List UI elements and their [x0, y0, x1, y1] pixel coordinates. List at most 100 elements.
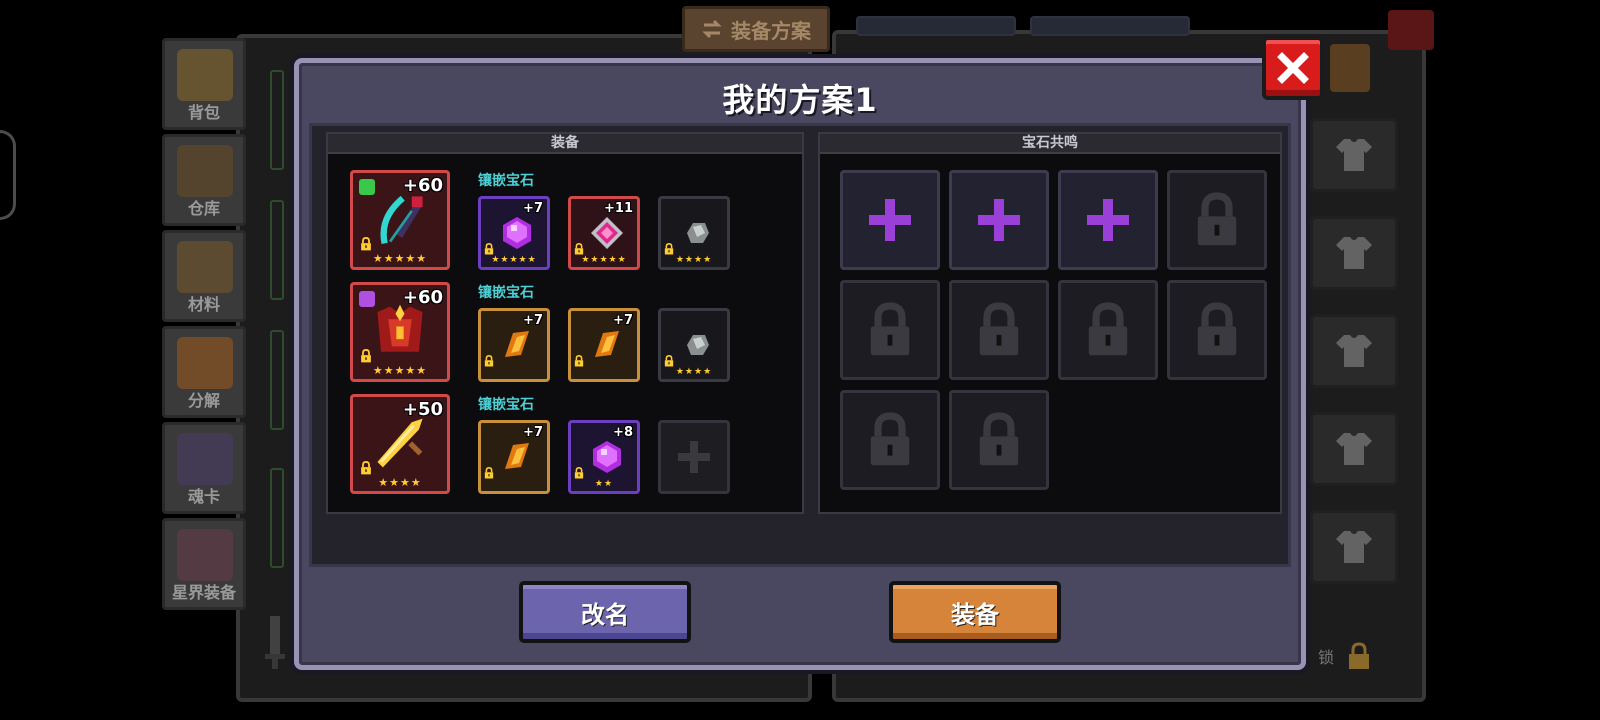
- armor-slot[interactable]: [1310, 216, 1398, 290]
- astral-gear-icon: [177, 529, 233, 581]
- nav-item-label: 背包: [187, 103, 220, 122]
- equipment-plan-tab[interactable]: 装备方案: [682, 6, 830, 52]
- stone-gem-icon: [687, 335, 709, 355]
- gem-resonance-header: 宝石共鸣: [820, 134, 1280, 154]
- add-icon: [678, 441, 710, 473]
- green-gem-badge-icon: [359, 179, 375, 195]
- weapon-icon: [380, 195, 423, 245]
- enhance-level: +50: [402, 399, 443, 420]
- gem-socket-amber[interactable]: +7: [478, 308, 550, 382]
- star-rating: ★★★★★: [372, 252, 428, 265]
- armor-slot[interactable]: [1310, 118, 1398, 192]
- dialog-content: 装备 +60 ★★★★★ 镶嵌宝石 +7 ★★★★★ +11 ★★★★★ ★★★★ +6…: [309, 123, 1291, 567]
- gem-level: +7: [523, 425, 543, 440]
- resonance-add-slot[interactable]: [949, 170, 1049, 270]
- lock-icon: [361, 349, 371, 363]
- equip-button[interactable]: 装备: [889, 581, 1061, 643]
- lock-icon: [574, 467, 584, 479]
- background-orange-button[interactable]: [1330, 44, 1370, 92]
- gem-level: +7: [523, 201, 543, 216]
- star-rating: ★★: [594, 479, 614, 489]
- equipment-row: +60 ★★★★★ 镶嵌宝石 +7 ★★★★★ +11 ★★★★★ ★★★★: [350, 170, 790, 274]
- shirt-icon: [1336, 433, 1372, 465]
- gem-socket-stone[interactable]: ★★★★: [658, 196, 730, 270]
- lock-icon: [664, 355, 674, 367]
- sword-icon: [377, 418, 423, 468]
- equipment-row: +60 ★★★★★ 镶嵌宝石 +7 +7 ★★★★: [350, 282, 790, 386]
- nav-item-warehouse-chest[interactable]: 仓库: [162, 134, 246, 226]
- soul-card-icon: [177, 433, 233, 485]
- gem-level: +7: [613, 313, 633, 328]
- ruby-crest-gem-icon: [591, 217, 623, 249]
- stone-gem-icon: [687, 223, 709, 243]
- nav-item-backpack[interactable]: 背包: [162, 38, 246, 130]
- swap-arrows-icon: [702, 19, 722, 39]
- nav-item-astral-gear[interactable]: 星界装备: [162, 518, 246, 610]
- background-tab[interactable]: [1030, 16, 1190, 36]
- nav-item-label: 分解: [187, 391, 220, 410]
- star-rating: ★★★★: [675, 367, 713, 377]
- gem-socket-amethyst[interactable]: +8 ★★: [568, 420, 640, 494]
- resonance-locked-slot: [949, 390, 1049, 490]
- inventory-row-marker: [270, 468, 284, 568]
- armor-slot[interactable]: [1310, 412, 1398, 486]
- background-lock-row[interactable]: 锁: [1318, 634, 1408, 678]
- dialog-title: 我的方案1: [722, 81, 878, 119]
- inventory-row-marker: [270, 330, 284, 430]
- amethyst-gem-icon: [593, 441, 621, 473]
- empty-gem-socket[interactable]: [658, 420, 730, 494]
- gem-socket-amber[interactable]: +7: [568, 308, 640, 382]
- warehouse-chest-icon: [177, 145, 233, 197]
- lock-icon: [484, 467, 494, 479]
- gem-socket-amber[interactable]: +7: [478, 420, 550, 494]
- inventory-row-marker: [270, 70, 284, 170]
- left-edge-handle: [0, 130, 16, 220]
- armor-slot[interactable]: [1310, 314, 1398, 388]
- padlock-icon: [1088, 302, 1128, 356]
- nav-item-materials-book[interactable]: 材料: [162, 230, 246, 322]
- inlay-gem-label: 镶嵌宝石: [478, 397, 534, 413]
- padlock-icon: [1349, 642, 1370, 669]
- nav-item-label: 仓库: [187, 199, 220, 218]
- rename-button[interactable]: 改名: [519, 581, 691, 643]
- gem-resonance-pane: 宝石共鸣: [818, 132, 1282, 514]
- equipment-item-armor-crimson[interactable]: +60 ★★★★★: [350, 282, 450, 382]
- star-rating: ★★★★★: [491, 255, 537, 265]
- inlay-gem-label: 镶嵌宝石: [478, 285, 534, 301]
- nav-item-label: 材料: [187, 295, 220, 314]
- armor-slot[interactable]: [1310, 510, 1398, 584]
- equipment-item-weapon-bow[interactable]: +60 ★★★★★: [350, 170, 450, 270]
- lock-icon: [361, 461, 371, 475]
- background-close-button[interactable]: [1388, 10, 1434, 50]
- gem-socket-stone[interactable]: ★★★★: [658, 308, 730, 382]
- nav-item-label: 星界装备: [171, 583, 236, 602]
- enhance-level: +60: [402, 175, 443, 196]
- lock-icon: [361, 237, 371, 251]
- lock-text: 锁: [1318, 648, 1335, 667]
- purple-sparkle-badge-icon: [359, 291, 375, 307]
- close-button[interactable]: [1262, 36, 1324, 100]
- padlock-icon: [979, 412, 1019, 466]
- side-nav: 背包仓库材料分解魂卡星界装备: [162, 38, 246, 614]
- background-tab[interactable]: [856, 16, 1016, 36]
- gem-socket-amethyst[interactable]: +7 ★★★★★: [478, 196, 550, 270]
- amber-gem-icon: [505, 443, 529, 469]
- decompose-furnace-icon: [177, 337, 233, 389]
- resonance-add-slot[interactable]: [1058, 170, 1158, 270]
- padlock-icon: [870, 302, 910, 356]
- star-rating: ★★★★★: [372, 364, 428, 377]
- gem-socket-ruby-crest[interactable]: +11 ★★★★★: [568, 196, 640, 270]
- nav-item-decompose-furnace[interactable]: 分解: [162, 326, 246, 418]
- materials-book-icon: [177, 241, 233, 293]
- nav-item-soul-card[interactable]: 魂卡: [162, 422, 246, 514]
- equipment-plan-dialog: 我的方案1 装备 +60 ★★★★★ 镶嵌宝石 +7 ★★★★★ +11 ★★★★★ …: [294, 58, 1306, 670]
- armor-icon: [377, 304, 423, 352]
- inventory-row-marker: [270, 200, 284, 300]
- equipment-plan-tab-label: 装备方案: [731, 18, 811, 43]
- resonance-add-slot[interactable]: [840, 170, 940, 270]
- shirt-icon: [1336, 335, 1372, 367]
- padlock-icon: [870, 412, 910, 466]
- equipment-row: +50 ★★★★ 镶嵌宝石 +7 +8 ★★: [350, 394, 790, 498]
- equipment-item-sword-golden[interactable]: +50 ★★★★: [350, 394, 450, 494]
- backpack-icon: [177, 49, 233, 101]
